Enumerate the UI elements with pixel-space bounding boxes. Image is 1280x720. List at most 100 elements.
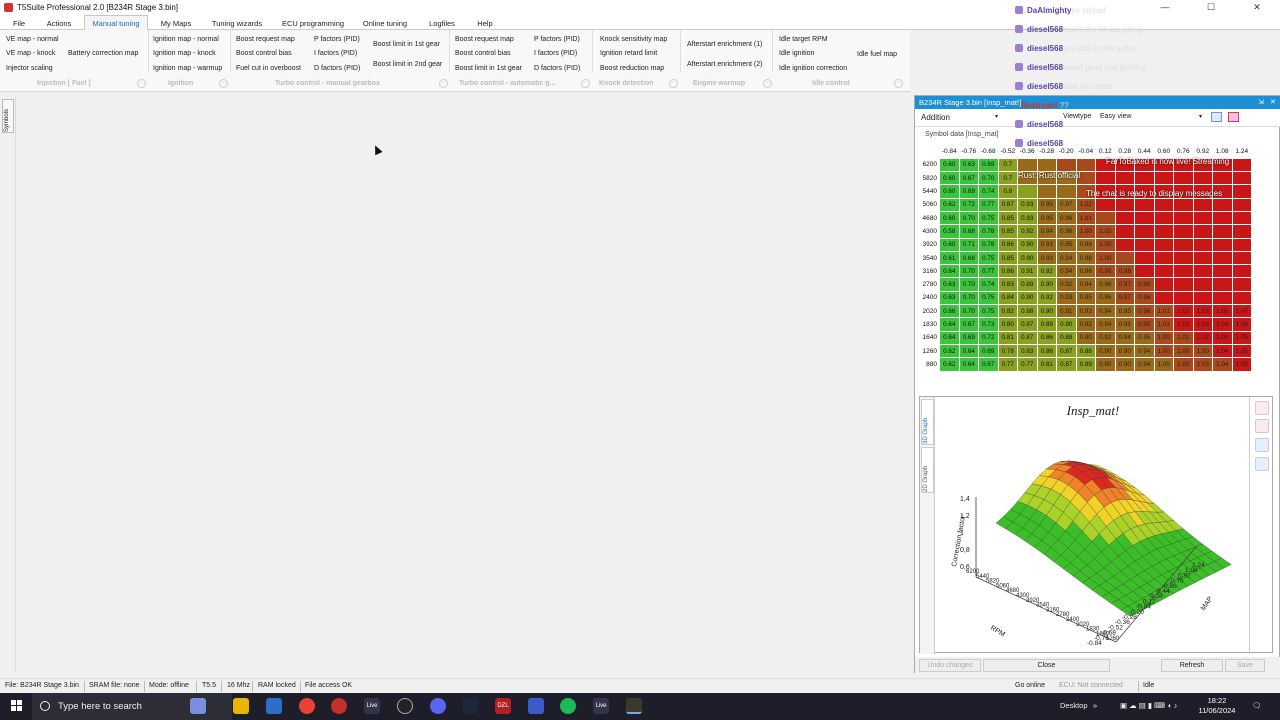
map-cell[interactable] [1212,264,1233,279]
symbols-tab[interactable]: Symbols [2,99,14,133]
file-explorer-icon[interactable] [233,698,249,714]
map-cell[interactable] [1173,250,1194,266]
map-cell[interactable]: 1.02 [1173,317,1194,332]
map-cell[interactable]: 0.87 [997,197,1018,212]
map-cell[interactable]: 1.03 [1192,304,1213,319]
map-cell[interactable] [1192,277,1213,292]
map-cell[interactable]: 0.87 [1056,343,1077,359]
map-cell[interactable]: 0.75 [978,304,999,319]
tab-manual-tuning[interactable]: Manual tuning [84,15,148,30]
tab-logfiles[interactable]: Logfiles [418,15,466,30]
map-cell[interactable] [1212,210,1233,226]
map-cell[interactable] [1212,197,1233,212]
save-button[interactable]: Save [1225,659,1265,672]
map-cell[interactable] [1134,224,1155,239]
boost-limit-1st-button[interactable]: Boost limit in 1st gear [373,40,440,49]
map-cell[interactable]: 0.94 [1134,343,1155,359]
map-cell[interactable]: 0.58 [939,224,960,239]
map-cell[interactable]: 0.62 [939,197,960,212]
map-cell[interactable]: 1.01 [1153,304,1174,319]
go-online-button[interactable]: Go online [1015,682,1045,689]
map-cell[interactable]: 1.01 [1153,317,1174,332]
map-cell[interactable]: 1.00 [1153,330,1174,345]
map-cell[interactable]: 0.73 [978,317,999,332]
map-cell[interactable] [1212,290,1233,306]
map-cell[interactable]: 0.60 [939,157,960,173]
idle-ignition-button[interactable]: Idle ignition [779,49,814,58]
group-ignition-expand-icon[interactable]: ◦ [219,79,228,88]
boost-limit-2nd-button[interactable]: Boost limit in 2nd gear [373,60,442,69]
map-cell[interactable]: 0.81 [1036,357,1057,372]
map-cell[interactable] [1153,277,1174,292]
map-cell[interactable]: 0.64 [958,357,979,372]
map-cell[interactable]: 0.86 [1036,330,1057,345]
d-factors-button[interactable]: D factors (PID) [314,64,360,73]
map-cell[interactable]: 1.00 [1153,343,1174,359]
map-cell[interactable]: 0.63 [958,157,979,173]
map-cell[interactable]: 0.98 [1134,277,1155,292]
map-cell[interactable]: 0.72 [958,197,979,212]
map-cell[interactable] [1173,197,1194,212]
map-cell[interactable] [1153,197,1174,212]
map-cell[interactable]: 0.95 [1036,210,1057,226]
map-cell[interactable] [1192,250,1213,266]
group-injection-expand-icon[interactable]: ◦ [137,79,146,88]
map-cell[interactable]: 0.87 [1056,357,1077,372]
map-cell[interactable]: 0.95 [1134,330,1155,345]
map-cell[interactable]: 0.64 [939,317,960,332]
map-cell[interactable]: 0.88 [1056,330,1077,345]
close-button[interactable]: ✕ [1234,0,1280,15]
map-cell[interactable]: 0.85 [997,210,1018,226]
map-cell[interactable]: 0.90 [1017,237,1038,252]
map-cell[interactable]: 1.03 [1095,224,1116,239]
map-cell[interactable]: 1.00 [1192,343,1213,359]
auto-boost-request-button[interactable]: Boost request map [455,35,514,44]
map-cell[interactable] [1231,290,1252,306]
map-cell[interactable]: 0.86 [997,264,1018,279]
refresh-button[interactable]: Refresh [1161,659,1223,672]
map-cell[interactable]: 1.04 [1212,357,1233,372]
map-cell[interactable] [1173,210,1194,226]
map-cell[interactable] [1212,224,1233,239]
map-cell[interactable]: 0.70 [958,304,979,319]
map-cell[interactable]: 1.02 [1192,330,1213,345]
map-cell[interactable]: 0.63 [939,290,960,306]
map-cell[interactable] [1153,250,1174,266]
zoom-out-icon[interactable] [1255,419,1269,433]
map-cell[interactable] [1212,277,1233,292]
tab-online-tuning[interactable]: Online tuning [356,15,414,30]
map-cell[interactable]: 0.68 [958,250,979,266]
map-cell[interactable]: 0.90 [1075,330,1096,345]
map-cell[interactable]: 0.78 [997,343,1018,359]
map-cell[interactable]: 0.77 [978,264,999,279]
map-cell[interactable]: 0.70 [958,210,979,226]
tab-ecu-programming[interactable]: ECU programming [274,15,352,30]
map-cell[interactable]: 0.80 [997,317,1018,332]
map-cell[interactable]: 0.64 [939,330,960,345]
map-cell[interactable]: 0.95 [1056,237,1077,252]
group-turbo-auto-expand-icon[interactable]: ◦ [581,79,590,88]
map-cell[interactable] [1114,224,1135,239]
map-cell[interactable]: 1.02 [1075,197,1096,212]
map-cell[interactable]: 0.63 [939,277,960,292]
map-cell[interactable]: 1.00 [1095,250,1116,266]
map-cell[interactable]: 0.77 [1017,357,1038,372]
map-cell[interactable] [1192,237,1213,252]
map-cell[interactable]: 1.05 [1231,343,1252,359]
tab-my-maps[interactable]: My Maps [152,15,200,30]
map-cell[interactable] [1231,277,1252,292]
p-factors-button[interactable]: P factors (PID) [314,35,360,44]
map-cell[interactable] [1192,224,1213,239]
ignition-retard-limit-button[interactable]: Ignition retard limit [600,49,657,58]
map-cell[interactable]: 0.93 [1075,304,1096,319]
map-cell[interactable] [1134,250,1155,266]
map-cell[interactable]: 0.60 [939,171,960,186]
map-cell[interactable]: 0.94 [1075,277,1096,292]
map-cell[interactable] [1212,250,1233,266]
map-cell[interactable]: 0.91 [1056,304,1077,319]
map-cell[interactable] [1231,171,1252,186]
map-cell[interactable]: 0.95 [1075,290,1096,306]
map-cell[interactable]: 1.02 [1173,304,1194,319]
map-cell[interactable]: 0.90 [1114,357,1135,372]
auto-boost-limit-1st-button[interactable]: Boost limit in 1st gear [455,64,522,73]
